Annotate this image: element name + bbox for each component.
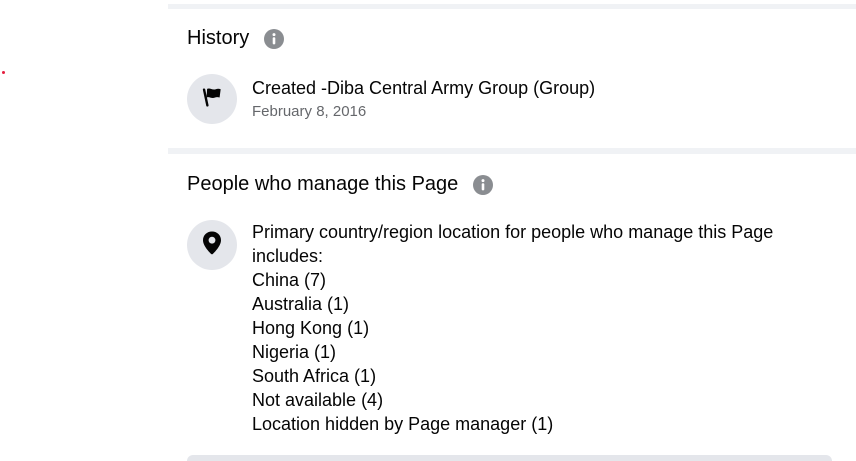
- history-title: History: [187, 27, 250, 49]
- notification-dot: [2, 71, 5, 74]
- managers-location-list: Primary country/region location for peop…: [252, 220, 842, 436]
- page-transparency-panel: History Created -Diba Central Army Group…: [0, 0, 856, 461]
- location-item: Not available (4): [252, 390, 384, 410]
- managers-title: People who manage this Page: [187, 173, 459, 195]
- see-all-button[interactable]: [187, 455, 832, 461]
- location-item: South Africa (1): [252, 366, 377, 386]
- location-item: Nigeria (1): [252, 342, 337, 362]
- section-divider: [168, 4, 856, 9]
- location-item: Location hidden by Page manager (1): [252, 414, 554, 434]
- managers-intro: Primary country/region location for peop…: [252, 222, 774, 266]
- location-item: Hong Kong (1): [252, 318, 370, 338]
- section-divider: [168, 148, 856, 154]
- location-item: Australia (1): [252, 294, 350, 314]
- history-icon-container: [187, 74, 237, 124]
- info-icon[interactable]: [473, 174, 494, 195]
- history-entry-title: Created -Diba Central Army Group (Group): [252, 78, 596, 98]
- info-icon[interactable]: [264, 28, 285, 49]
- location-item: China (7): [252, 270, 327, 290]
- managers-icon-container: [187, 220, 237, 270]
- managers-section-header: People who manage this Page: [187, 173, 494, 196]
- history-entry-date: February 8, 2016: [252, 103, 367, 120]
- flag-icon: [199, 84, 225, 115]
- location-pin-icon: [200, 230, 224, 261]
- history-section-header: History: [187, 27, 285, 50]
- history-entry: Created -Diba Central Army Group (Group)…: [252, 76, 595, 124]
